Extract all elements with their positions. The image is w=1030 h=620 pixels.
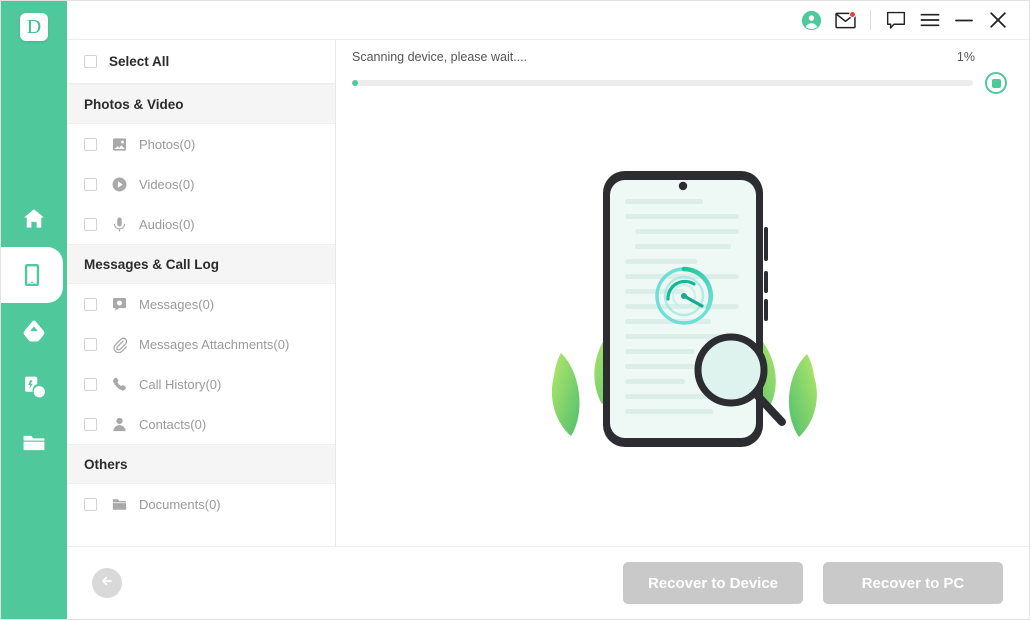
list-item-messages[interactable]: Messages(0) <box>67 284 335 324</box>
attachment-icon <box>110 335 128 353</box>
photo-icon <box>110 135 128 153</box>
content-panel: Scanning device, please wait.... 1% <box>336 40 1029 546</box>
list-item-label: Audios(0) <box>139 216 195 232</box>
group-title: Others <box>84 456 128 472</box>
phone-call-icon <box>110 375 128 393</box>
group-header-photos-video: Photos & Video <box>67 84 335 124</box>
mail-unread-badge <box>849 11 856 18</box>
list-item-label: Contacts(0) <box>139 416 207 432</box>
back-arrow-icon <box>99 573 115 594</box>
message-icon <box>110 295 128 313</box>
contact-icon <box>110 415 128 433</box>
checkbox-contacts[interactable] <box>84 417 97 431</box>
broken-device-icon <box>21 374 47 400</box>
scan-progress-bar: Scanning device, please wait.... 1% <box>336 40 1029 94</box>
sidebar-item-broken-device[interactable] <box>1 359 67 415</box>
group-header-messages-call-log: Messages & Call Log <box>67 244 335 284</box>
list-item-call-history[interactable]: Call History(0) <box>67 364 335 404</box>
checkbox-documents[interactable] <box>84 497 97 511</box>
list-item-documents[interactable]: Documents(0) <box>67 484 335 524</box>
illustration-stage <box>336 94 1029 546</box>
sidebar-item-cloud-recovery[interactable] <box>1 303 67 359</box>
checkbox-call-history[interactable] <box>84 377 97 391</box>
menu-button[interactable] <box>913 5 947 35</box>
group-title: Messages & Call Log <box>84 256 220 272</box>
list-item-videos[interactable]: Videos(0) <box>67 164 335 204</box>
folder-icon <box>21 430 47 456</box>
hamburger-menu-icon <box>920 12 940 28</box>
list-item-label: Documents(0) <box>139 496 221 512</box>
application-window: D Select All Photos & Video Photos(0) Vi… <box>0 0 1030 620</box>
phone-icon <box>19 262 45 288</box>
list-item-messages-attachments[interactable]: Messages Attachments(0) <box>67 324 335 364</box>
cloud-icon <box>21 318 47 344</box>
recover-to-device-button[interactable]: Recover to Device <box>623 562 803 604</box>
sidebar-item-files[interactable] <box>1 415 67 471</box>
recover-to-pc-button[interactable]: Recover to PC <box>823 562 1003 604</box>
progress-fill <box>352 80 359 86</box>
app-logo: D <box>20 13 48 41</box>
select-all-checkbox[interactable] <box>84 55 97 68</box>
checkbox-photos[interactable] <box>84 137 97 151</box>
window-titlebar <box>67 1 1029 39</box>
audio-icon <box>110 215 128 233</box>
stop-scan-button[interactable] <box>985 72 1007 94</box>
scan-percent-label: 1% <box>956 50 975 64</box>
titlebar-divider <box>870 10 871 30</box>
close-icon <box>989 11 1007 29</box>
feedback-button[interactable] <box>879 5 913 35</box>
scan-bar-row <box>352 72 1007 94</box>
select-all-label: Select All <box>109 54 170 69</box>
group-header-others: Others <box>67 444 335 484</box>
progress-track <box>352 80 973 86</box>
minimize-icon <box>954 13 974 27</box>
list-item-audios[interactable]: Audios(0) <box>67 204 335 244</box>
checkbox-messages-attachments[interactable] <box>84 337 97 351</box>
list-item-photos[interactable]: Photos(0) <box>67 124 335 164</box>
stop-scan-icon <box>991 78 1001 88</box>
select-all-row[interactable]: Select All <box>67 40 335 84</box>
home-icon <box>21 206 47 232</box>
left-nav-rail: D <box>1 1 67 619</box>
messages-button[interactable] <box>828 5 862 35</box>
document-folder-icon <box>110 495 128 513</box>
close-button[interactable] <box>981 5 1015 35</box>
sidebar-item-phone-recovery[interactable] <box>1 233 63 317</box>
back-button[interactable] <box>92 568 122 598</box>
checkbox-videos[interactable] <box>84 177 97 191</box>
list-item-label: Videos(0) <box>139 176 195 192</box>
device-scanning-illustration <box>551 171 817 447</box>
app-logo-letter: D <box>26 16 42 38</box>
list-item-label: Messages(0) <box>139 296 215 312</box>
account-button[interactable] <box>794 5 828 35</box>
account-circle-icon <box>801 10 822 31</box>
main-area: Select All Photos & Video Photos(0) Vide… <box>67 39 1029 546</box>
video-icon <box>110 175 128 193</box>
checkbox-messages[interactable] <box>84 297 97 311</box>
file-type-list: Select All Photos & Video Photos(0) Vide… <box>67 40 336 546</box>
list-item-contacts[interactable]: Contacts(0) <box>67 404 335 444</box>
checkbox-audios[interactable] <box>84 217 97 231</box>
list-item-label: Photos(0) <box>139 136 196 152</box>
rail-item-list <box>1 191 67 471</box>
footer-bar: Recover to Device Recover to PC <box>67 546 1029 619</box>
scanning-radar-icon <box>654 266 713 325</box>
list-item-label: Messages Attachments(0) <box>139 336 290 352</box>
window-body: Select All Photos & Video Photos(0) Vide… <box>67 1 1029 619</box>
scan-status-text: Scanning device, please wait.... <box>352 50 528 64</box>
minimize-button[interactable] <box>947 5 981 35</box>
group-title: Photos & Video <box>84 96 184 112</box>
scan-status-row: Scanning device, please wait.... 1% <box>352 50 1007 64</box>
feedback-bubble-icon <box>886 11 906 30</box>
list-item-label: Call History(0) <box>139 376 222 392</box>
